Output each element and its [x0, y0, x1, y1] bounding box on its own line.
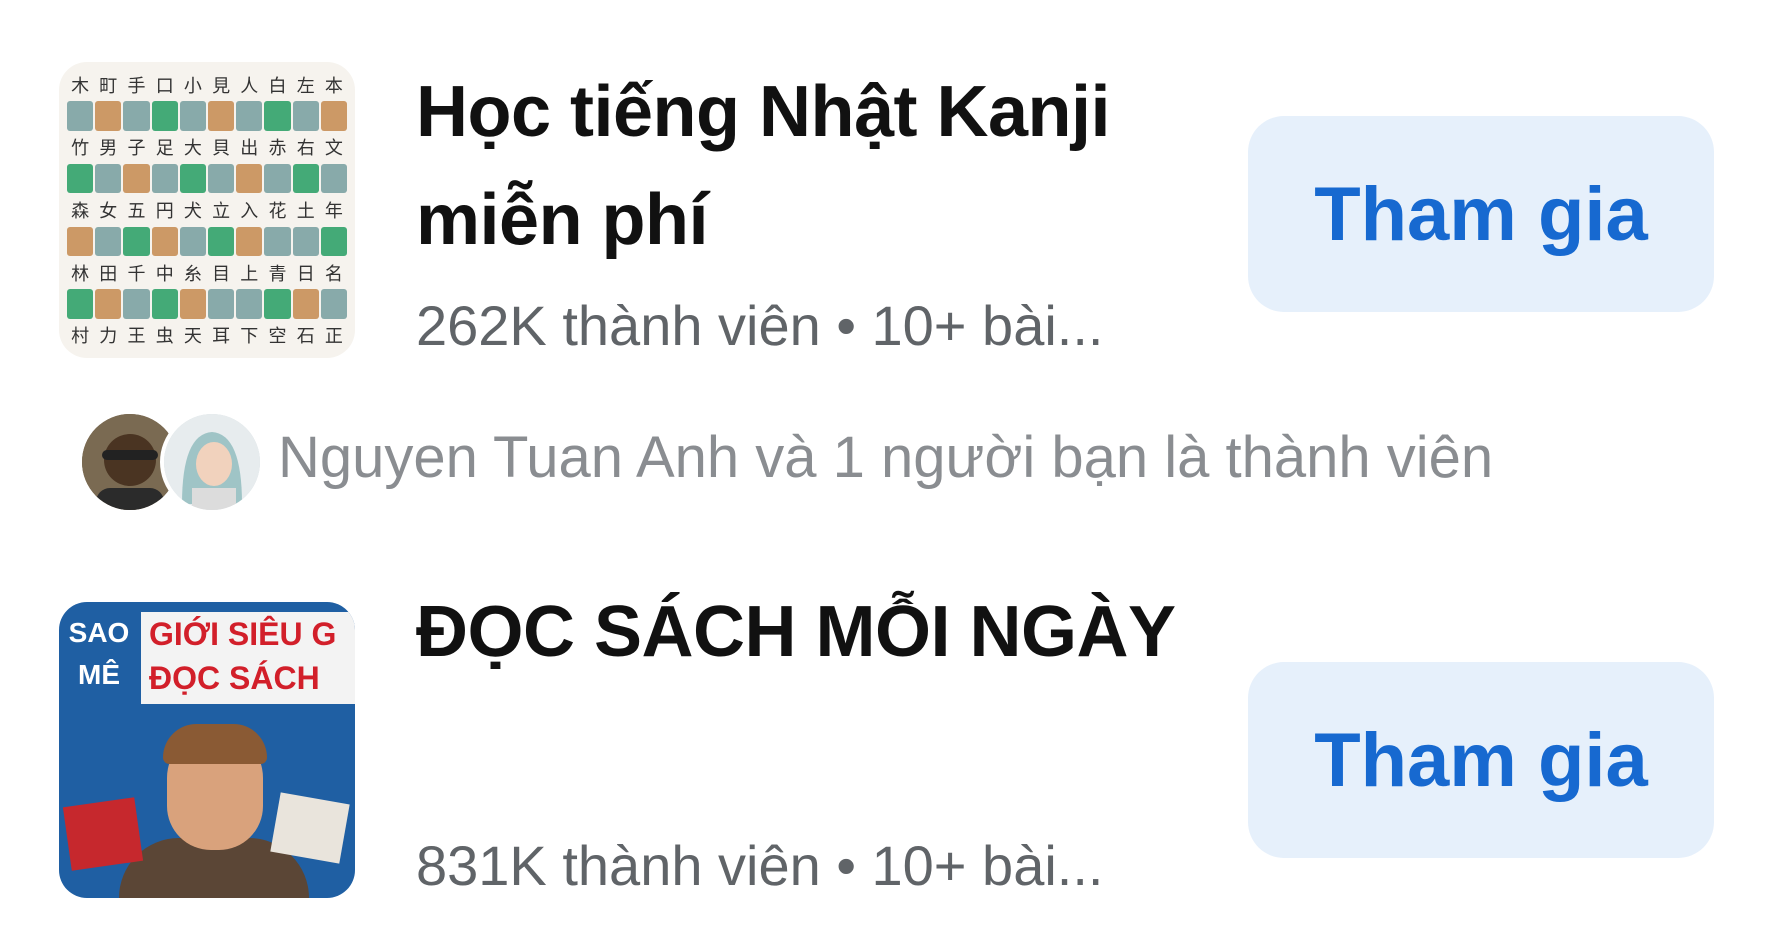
- thumbnail-text: MÊ: [78, 659, 120, 690]
- group-item[interactable]: 木町手口小見人白左本 竹男子足大貝出赤右文 森女五円犬立入花土年 林田千中糸目上…: [0, 0, 1767, 400]
- friend-avatar-image: [164, 414, 260, 510]
- person-hair: [163, 724, 267, 764]
- group-thumbnail[interactable]: SAO MÊ GIỚI SIÊU G ĐỌC SÁCH: [59, 602, 355, 898]
- thumbnail-text: SAO: [68, 617, 130, 648]
- friends-text: Nguyen Tuan Anh và 1 người bạn là thành …: [278, 425, 1494, 490]
- book-icon: [270, 792, 350, 864]
- thumbnail-text: ĐỌC SÁCH: [149, 660, 320, 696]
- avatar: [160, 410, 264, 514]
- kanji-chart-image: 木町手口小見人白左本 竹男子足大貝出赤右文 森女五円犬立入花土年 林田千中糸目上…: [67, 70, 347, 350]
- group-meta: 831K thành viên • 10+ bài...: [416, 834, 1104, 897]
- group-thumbnail[interactable]: 木町手口小見人白左本 竹男子足大貝出赤右文 森女五円犬立入花土年 林田千中糸目上…: [59, 62, 355, 358]
- thumbnail-text: GIỚI SIÊU G: [149, 616, 337, 652]
- group-item[interactable]: SAO MÊ GIỚI SIÊU G ĐỌC SÁCH ĐỌC SÁCH MỖI…: [0, 540, 1767, 928]
- group-title[interactable]: Học tiếng Nhật Kanji miễn phí: [416, 58, 1176, 274]
- friends-members-line: Nguyen Tuan Anh và 1 người bạn là thành …: [0, 400, 1767, 520]
- join-button[interactable]: Tham gia: [1248, 116, 1714, 312]
- group-title[interactable]: ĐỌC SÁCH MỖI NGÀY: [416, 578, 1176, 686]
- book-icon: [62, 797, 144, 871]
- join-button[interactable]: Tham gia: [1248, 662, 1714, 858]
- group-meta: 262K thành viên • 10+ bài...: [416, 294, 1104, 357]
